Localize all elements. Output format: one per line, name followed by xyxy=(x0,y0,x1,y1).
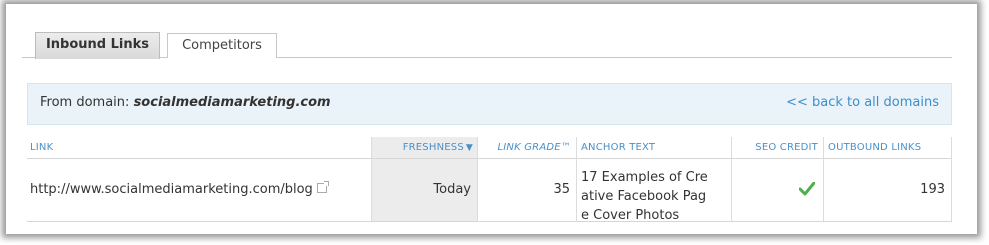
links-panel: Inbound Links Competitors From domain: s… xyxy=(22,21,972,229)
sort-desc-icon: ▼ xyxy=(465,143,473,153)
header-freshness[interactable]: FRESHNESS ▼ xyxy=(371,137,477,158)
table-row-link[interactable]: http://www.socialmediamarketing.com/blog xyxy=(27,159,371,221)
anchor-text-line: 17 Examples of Cre xyxy=(581,170,708,185)
freshness-value: Today xyxy=(433,182,471,197)
header-link-grade[interactable]: LINK GRADE™ xyxy=(477,137,576,158)
tab-baseline xyxy=(22,57,952,58)
domain-banner: From domain: socialmediamarketing.com <<… xyxy=(27,83,952,125)
external-link-icon[interactable] xyxy=(316,181,329,193)
tab-inbound-links[interactable]: Inbound Links xyxy=(35,32,160,59)
outbound-links-value: 193 xyxy=(920,182,945,197)
header-freshness-label: FRESHNESS xyxy=(402,142,464,153)
anchor-text-value: 17 Examples of Cre ative Facebook Pag e … xyxy=(576,159,731,223)
header-link[interactable]: LINK xyxy=(27,137,367,158)
anchor-text-line: ative Facebook Pag xyxy=(581,189,707,204)
anchor-text-line: e Cover Photos xyxy=(581,208,680,223)
links-table: LINK FRESHNESS ▼ LINK GRADE™ ANCHOR TEXT … xyxy=(27,137,952,223)
back-to-all-domains-link[interactable]: << back to all domains xyxy=(786,95,939,110)
col-divider xyxy=(951,137,952,222)
domain-label: From domain: socialmediamarketing.com xyxy=(40,95,331,110)
link-grade-value: 35 xyxy=(553,182,570,197)
tab-bar: Inbound Links Competitors xyxy=(22,21,952,59)
domain-name: socialmediamarketing.com xyxy=(133,95,331,110)
domain-prefix: From domain: xyxy=(40,95,130,110)
link-url[interactable]: http://www.socialmediamarketing.com/blog xyxy=(30,182,313,197)
row-divider xyxy=(27,221,952,222)
tab-competitors[interactable]: Competitors xyxy=(167,33,277,58)
header-seo-credit[interactable]: SEO CREDIT xyxy=(731,137,823,158)
seo-credit-value xyxy=(731,159,823,221)
header-anchor-text[interactable]: ANCHOR TEXT xyxy=(576,137,731,158)
check-icon xyxy=(799,182,815,196)
header-outbound-links[interactable]: OUTBOUND LINKS xyxy=(823,137,951,158)
